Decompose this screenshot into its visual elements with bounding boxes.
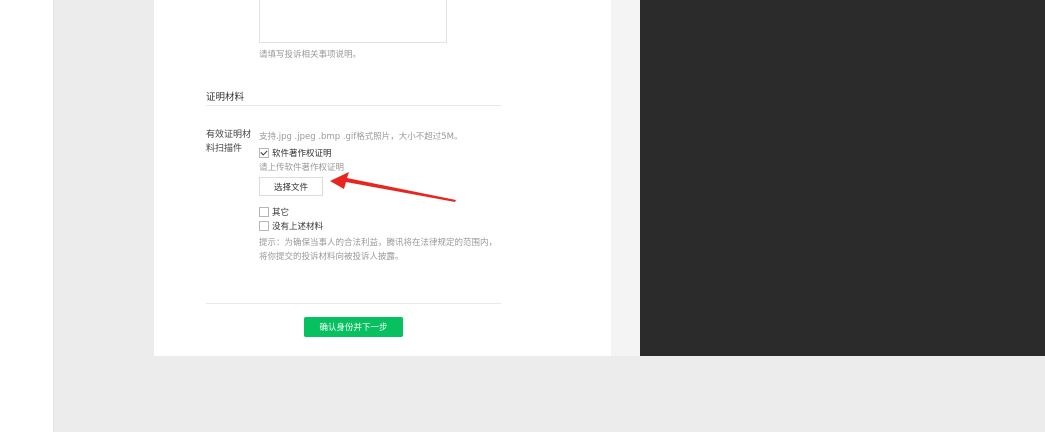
option-no-materials[interactable]: 没有上述材料 (259, 220, 323, 232)
option-label: 软件著作权证明 (272, 149, 332, 159)
checkbox-icon[interactable] (259, 207, 269, 217)
left-rail (0, 0, 53, 432)
description-textarea[interactable] (259, 0, 447, 43)
field-label: 有效证明材料扫描件 (206, 130, 252, 154)
option-other[interactable]: 其它 (259, 206, 289, 218)
annotation-arrow-icon (330, 172, 456, 202)
choose-file-button[interactable]: 选择文件 (259, 177, 323, 196)
checkbox-checked-icon[interactable] (259, 148, 269, 158)
section-divider (206, 105, 501, 106)
privacy-notice: 提示：为确保当事人的合法利益，腾讯将在法律规定的范围内，将你提交的投诉材料向被投… (259, 238, 498, 262)
footer-divider (206, 303, 501, 304)
section-title: 证明材料 (206, 92, 245, 103)
option-software-copyright[interactable]: 软件著作权证明 (259, 147, 332, 159)
panel-gap (611, 0, 640, 356)
description-hint: 请填写投诉相关事项说明。 (259, 50, 362, 60)
format-hint: 支持.jpg .jpeg .bmp .gif格式照片，大小不超过5M。 (259, 132, 463, 142)
checkbox-icon[interactable] (259, 221, 269, 231)
submit-button[interactable]: 确认身份并下一步 (304, 317, 403, 337)
option-label: 其它 (272, 208, 290, 218)
option-label: 没有上述材料 (272, 222, 324, 232)
dark-side-panel (640, 0, 1045, 356)
